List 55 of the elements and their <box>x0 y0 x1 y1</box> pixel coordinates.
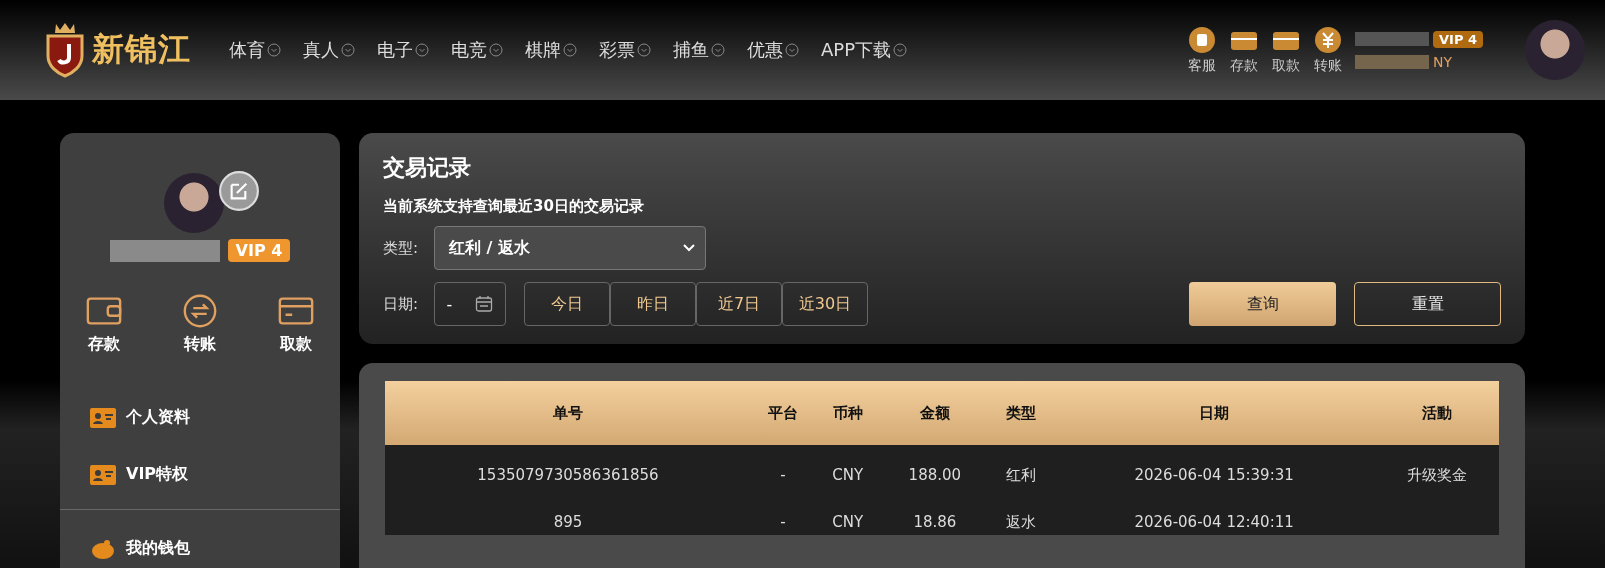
sidebar-menu-item[interactable]: VIP特权 <box>60 446 340 503</box>
vip-badge: VIP 4 <box>1433 30 1483 48</box>
nav-item[interactable]: 捕鱼 <box>673 38 725 62</box>
column-header: 金额 <box>880 381 990 445</box>
column-header: 类型 <box>989 381 1054 445</box>
date-field[interactable]: - <box>434 282 506 326</box>
column-header: 平台 <box>751 381 815 445</box>
table-cell: CNY <box>832 466 864 484</box>
table-cell: 895 <box>553 513 583 531</box>
nav-item[interactable]: 真人 <box>303 38 355 62</box>
wallet-action[interactable]: 存款 <box>85 292 123 355</box>
column-header: 活動 <box>1375 381 1499 445</box>
nav-item[interactable]: 彩票 <box>599 38 651 62</box>
nav-item[interactable]: 电子 <box>377 38 429 62</box>
nav-item[interactable]: 棋牌 <box>525 38 577 62</box>
wallet-action[interactable]: 转账 <box>181 292 219 355</box>
wallet-action[interactable]: 取款 <box>277 292 315 355</box>
table-cell: 红利 <box>1006 465 1037 484</box>
table-cell: 1535079730586361856 <box>477 466 659 484</box>
table-cell: 18.86 <box>913 513 957 531</box>
sidebar-menu-item[interactable]: 我的钱包 <box>60 520 340 568</box>
search-button[interactable]: 查询 <box>1189 282 1336 326</box>
table-cell: 2026-06-04 15:39:31 <box>1134 466 1294 484</box>
header-action[interactable]: 客服 <box>1187 25 1217 75</box>
page-title: 交易记录 <box>383 154 472 182</box>
logo-text[interactable]: 新锦江 <box>92 28 191 72</box>
vip-badge: VIP 4 <box>227 239 291 262</box>
table-cell: - <box>780 466 786 484</box>
table-cell: CNY <box>832 513 864 531</box>
reset-button[interactable]: 重置 <box>1354 282 1501 326</box>
nav-item[interactable]: APP下载 <box>821 38 908 62</box>
column-header: 日期 <box>1053 381 1376 445</box>
nav-item[interactable]: 优惠 <box>747 38 799 62</box>
date-range-button[interactable]: 近30日 <box>782 282 868 326</box>
type-dropdown[interactable]: 红利 / 返水 <box>434 226 706 270</box>
currency-label[interactable]: NY <box>1433 53 1453 70</box>
date-range-button[interactable]: 近7日 <box>696 282 782 326</box>
table-cell: 返水 <box>1006 513 1037 531</box>
column-header: 币种 <box>814 381 881 445</box>
nav-item[interactable]: 体育 <box>229 38 281 62</box>
header-action[interactable]: 转账 <box>1313 25 1343 75</box>
nav-item[interactable]: 电竞 <box>451 38 503 62</box>
table-cell: 188.00 <box>908 466 962 484</box>
header-action[interactable]: 取款 <box>1271 25 1301 75</box>
sidebar-menu-item[interactable]: 个人资料 <box>60 389 340 446</box>
table-cell: 升级奖金 <box>1407 465 1468 484</box>
field-label: 日期: <box>383 294 420 314</box>
column-header: 单号 <box>385 381 751 445</box>
table-cell: 2026-06-04 12:40:11 <box>1134 513 1294 531</box>
table-cell: - <box>780 513 786 531</box>
date-range-button[interactable]: 昨日 <box>610 282 696 326</box>
date-range-button[interactable]: 今日 <box>524 282 610 326</box>
field-label: 类型: <box>383 238 420 258</box>
header-action[interactable]: 存款 <box>1229 25 1259 75</box>
info-text: 当前系统支持查询最近30日的交易记录 <box>383 197 645 216</box>
